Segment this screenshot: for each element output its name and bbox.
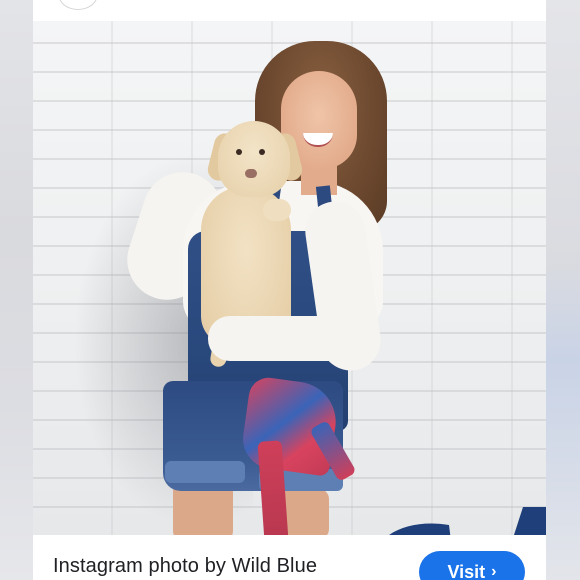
result-footer: Instagram photo by Wild Blue Visit › bbox=[33, 535, 546, 580]
visit-button[interactable]: Visit › bbox=[419, 551, 525, 580]
card-header-strip bbox=[33, 0, 546, 21]
chevron-right-icon: › bbox=[491, 563, 497, 580]
shorts-cuff-left bbox=[165, 461, 245, 483]
wall-letter-c bbox=[389, 523, 451, 535]
puppy-nose bbox=[245, 169, 257, 178]
image-result-card: Instagram photo by Wild Blue Visit › bbox=[33, 0, 546, 580]
wall-letter-a bbox=[513, 507, 546, 535]
puppy-paw bbox=[263, 199, 291, 221]
blurred-background-right bbox=[546, 0, 580, 580]
visit-label: Visit bbox=[447, 561, 486, 580]
blurred-background-left bbox=[0, 0, 33, 580]
result-title[interactable]: Instagram photo by Wild Blue bbox=[53, 555, 317, 578]
result-photo[interactable] bbox=[33, 21, 546, 535]
puppy-head bbox=[218, 121, 290, 197]
puppy-eye-right bbox=[259, 149, 265, 155]
person-forearm bbox=[208, 316, 358, 361]
puppy-eye-left bbox=[236, 149, 242, 155]
source-avatar[interactable] bbox=[58, 0, 98, 10]
blue-wall-letters bbox=[389, 507, 546, 535]
